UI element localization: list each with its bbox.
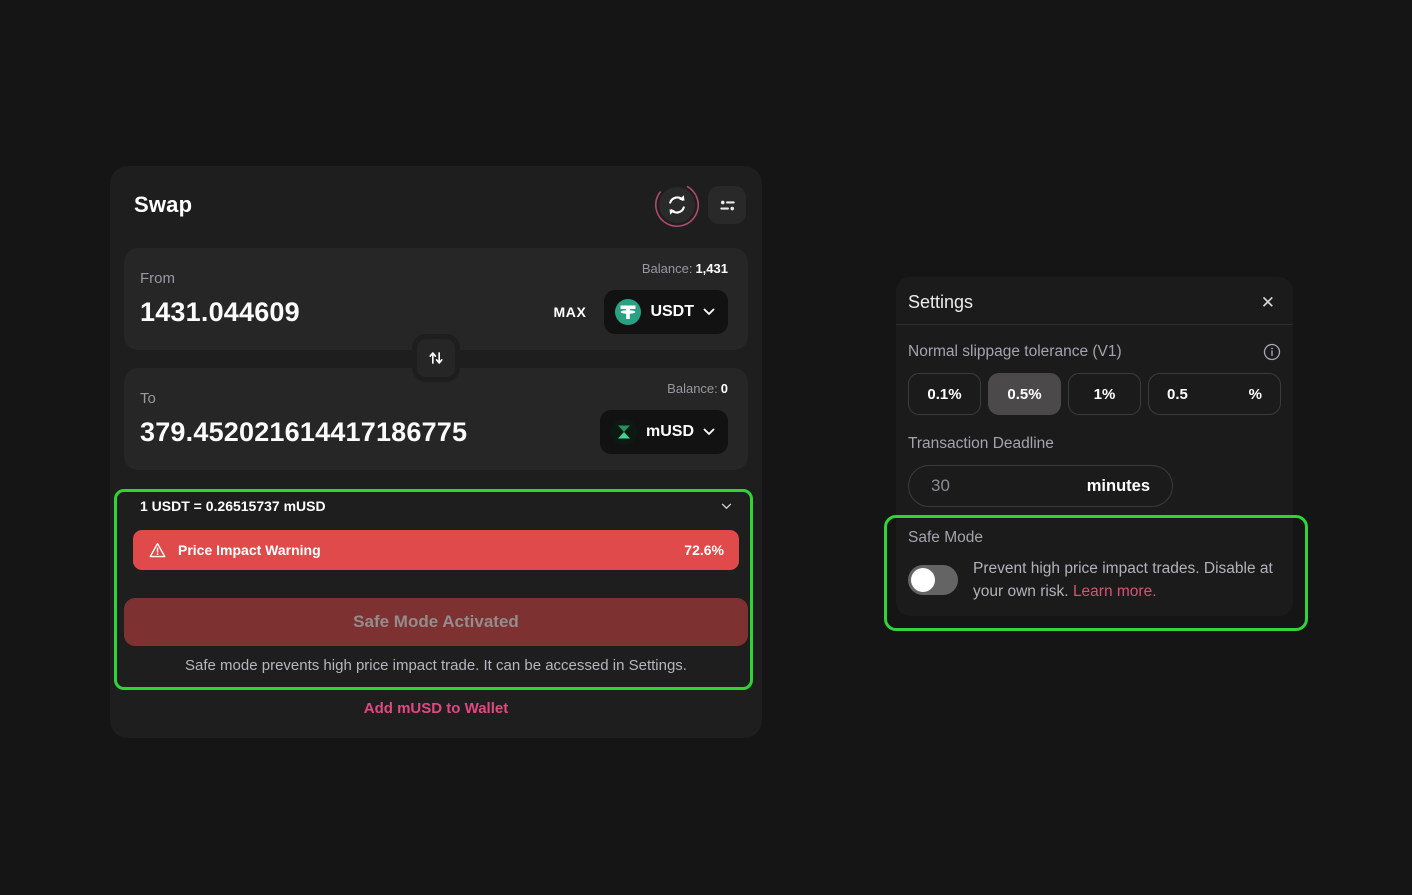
refresh-icon	[654, 182, 700, 228]
safe-mode-label: Safe Mode	[908, 529, 1281, 547]
safe-mode-note: Safe mode prevents high price impact tra…	[110, 657, 762, 674]
info-icon[interactable]	[1263, 343, 1281, 361]
price-impact-value: 72.6%	[684, 542, 724, 558]
from-token-symbol: USDT	[650, 303, 694, 321]
to-balance-label: Balance:	[667, 381, 718, 396]
swap-arrows-icon	[426, 348, 446, 368]
swap-card: Swap	[110, 166, 762, 738]
deadline-value: 30	[931, 476, 950, 496]
close-icon[interactable]: ✕	[1261, 294, 1275, 311]
to-token-symbol: mUSD	[646, 423, 694, 441]
slippage-option-0-1[interactable]: 0.1%	[908, 373, 981, 415]
slippage-option-1[interactable]: 1%	[1068, 373, 1141, 415]
from-token-selector[interactable]: USDT	[604, 290, 728, 334]
header-actions	[654, 182, 746, 228]
transaction-deadline-label: Transaction Deadline	[908, 435, 1281, 453]
max-button[interactable]: MAX	[554, 304, 587, 320]
chevron-down-icon	[703, 428, 715, 436]
slippage-options: 0.1% 0.5% 1% 0.5 %	[908, 373, 1281, 415]
usdt-token-icon	[615, 299, 641, 325]
from-balance: Balance:1,431	[642, 261, 728, 276]
refresh-button[interactable]	[654, 182, 700, 228]
warning-icon	[148, 541, 167, 560]
exchange-rate: 1 USDT = 0.26515737 mUSD	[140, 498, 326, 514]
slippage-tolerance-label: Normal slippage tolerance (V1)	[908, 343, 1122, 361]
chevron-down-icon	[721, 503, 732, 510]
from-balance-value: 1,431	[695, 261, 728, 276]
to-balance-value: 0	[721, 381, 728, 396]
to-balance: Balance:0	[667, 381, 728, 396]
from-balance-label: Balance:	[642, 261, 693, 276]
settings-title: Settings	[908, 292, 973, 313]
deadline-input[interactable]: 30 minutes	[908, 465, 1173, 507]
safe-mode-toggle[interactable]	[908, 565, 958, 595]
learn-more-link[interactable]: Learn more.	[1073, 583, 1157, 600]
musd-token-icon	[611, 419, 637, 445]
toggle-knob	[911, 568, 935, 592]
swap-card-header: Swap	[134, 180, 746, 230]
custom-slippage-value: 0.5	[1167, 386, 1188, 403]
to-label: To	[140, 390, 156, 407]
percent-suffix: %	[1249, 386, 1262, 403]
settings-body: Normal slippage tolerance (V1) 0.1% 0.5%…	[896, 343, 1293, 603]
to-token-selector[interactable]: mUSD	[600, 410, 728, 454]
settings-header: Settings ✕	[896, 277, 1293, 325]
custom-slippage-input[interactable]: 0.5 %	[1148, 373, 1281, 415]
page-title: Swap	[134, 192, 192, 218]
sliders-icon	[718, 196, 737, 215]
slippage-option-0-5[interactable]: 0.5%	[988, 373, 1061, 415]
rate-row[interactable]: 1 USDT = 0.26515737 mUSD	[140, 498, 732, 514]
safe-mode-activated-button[interactable]: Safe Mode Activated	[124, 598, 748, 646]
from-label: From	[140, 270, 175, 287]
add-musd-to-wallet-link[interactable]: Add mUSD to Wallet	[110, 700, 762, 717]
safe-mode-description: Prevent high price impact trades. Disabl…	[973, 557, 1281, 603]
swap-direction-button[interactable]	[412, 334, 460, 382]
settings-panel: Settings ✕ Normal slippage tolerance (V1…	[896, 277, 1293, 616]
price-impact-warning-banner: Price Impact Warning 72.6%	[133, 530, 739, 570]
price-impact-warning-label: Price Impact Warning	[178, 542, 321, 558]
deadline-unit: minutes	[1087, 477, 1150, 496]
swap-settings-button[interactable]	[708, 186, 746, 224]
safe-mode-row: Prevent high price impact trades. Disabl…	[908, 557, 1281, 603]
from-amount-input[interactable]: 1431.044609	[140, 297, 300, 328]
to-panel: To Balance:0 379.452021614417186775 mUSD	[124, 368, 748, 470]
to-amount-input[interactable]: 379.452021614417186775	[140, 417, 467, 448]
page-background: Swap	[0, 0, 1412, 895]
chevron-down-icon	[703, 308, 715, 316]
